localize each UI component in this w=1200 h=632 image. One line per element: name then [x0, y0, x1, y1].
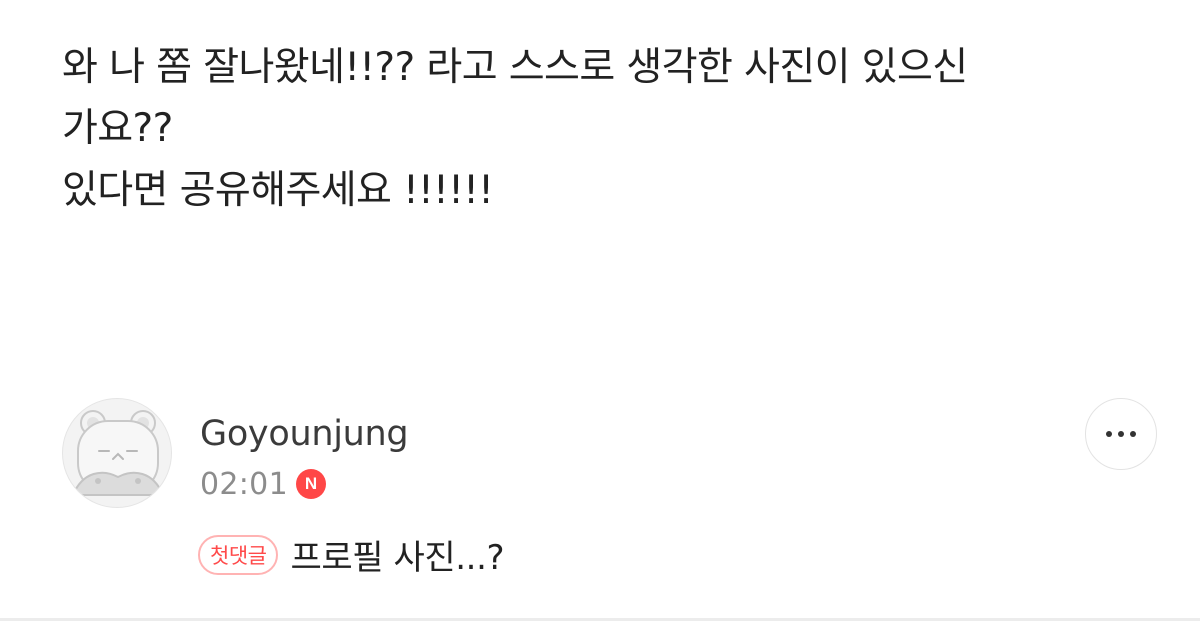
more-options-button[interactable]	[1085, 398, 1157, 470]
comment-item: Goyounjung 02:01 N 첫댓글 프로필 사진...?	[0, 398, 1200, 632]
comment-text: 프로필 사진...?	[290, 538, 505, 578]
more-dot-icon	[1130, 431, 1136, 437]
post-text-line: 가요??	[62, 106, 173, 152]
comment-author-name[interactable]: Goyounjung	[200, 414, 409, 454]
comment-content: 첫댓글 프로필 사진...?	[198, 530, 505, 579]
post-text-line: 와 나 쫌 잘나왔네!!?? 라고 스스로 생각한 사진이 있으신	[62, 45, 968, 90]
more-dot-icon	[1118, 431, 1124, 437]
first-comment-tag: 첫댓글	[198, 534, 279, 575]
more-dot-icon	[1106, 431, 1112, 437]
post-body: 와 나 쫌 잘나왔네!!?? 라고 스스로 생각한 사진이 있으신 가요?? 있…	[62, 42, 1142, 226]
avatar[interactable]	[62, 398, 172, 508]
character-avatar-icon	[71, 410, 165, 496]
post-text-line: 있다면 공유해주세요 !!!!!!	[62, 167, 494, 213]
comment-meta: 02:01 N	[200, 464, 326, 504]
divider	[0, 618, 1200, 621]
comment-timestamp: 02:01	[200, 466, 288, 502]
new-badge-icon: N	[295, 469, 326, 499]
